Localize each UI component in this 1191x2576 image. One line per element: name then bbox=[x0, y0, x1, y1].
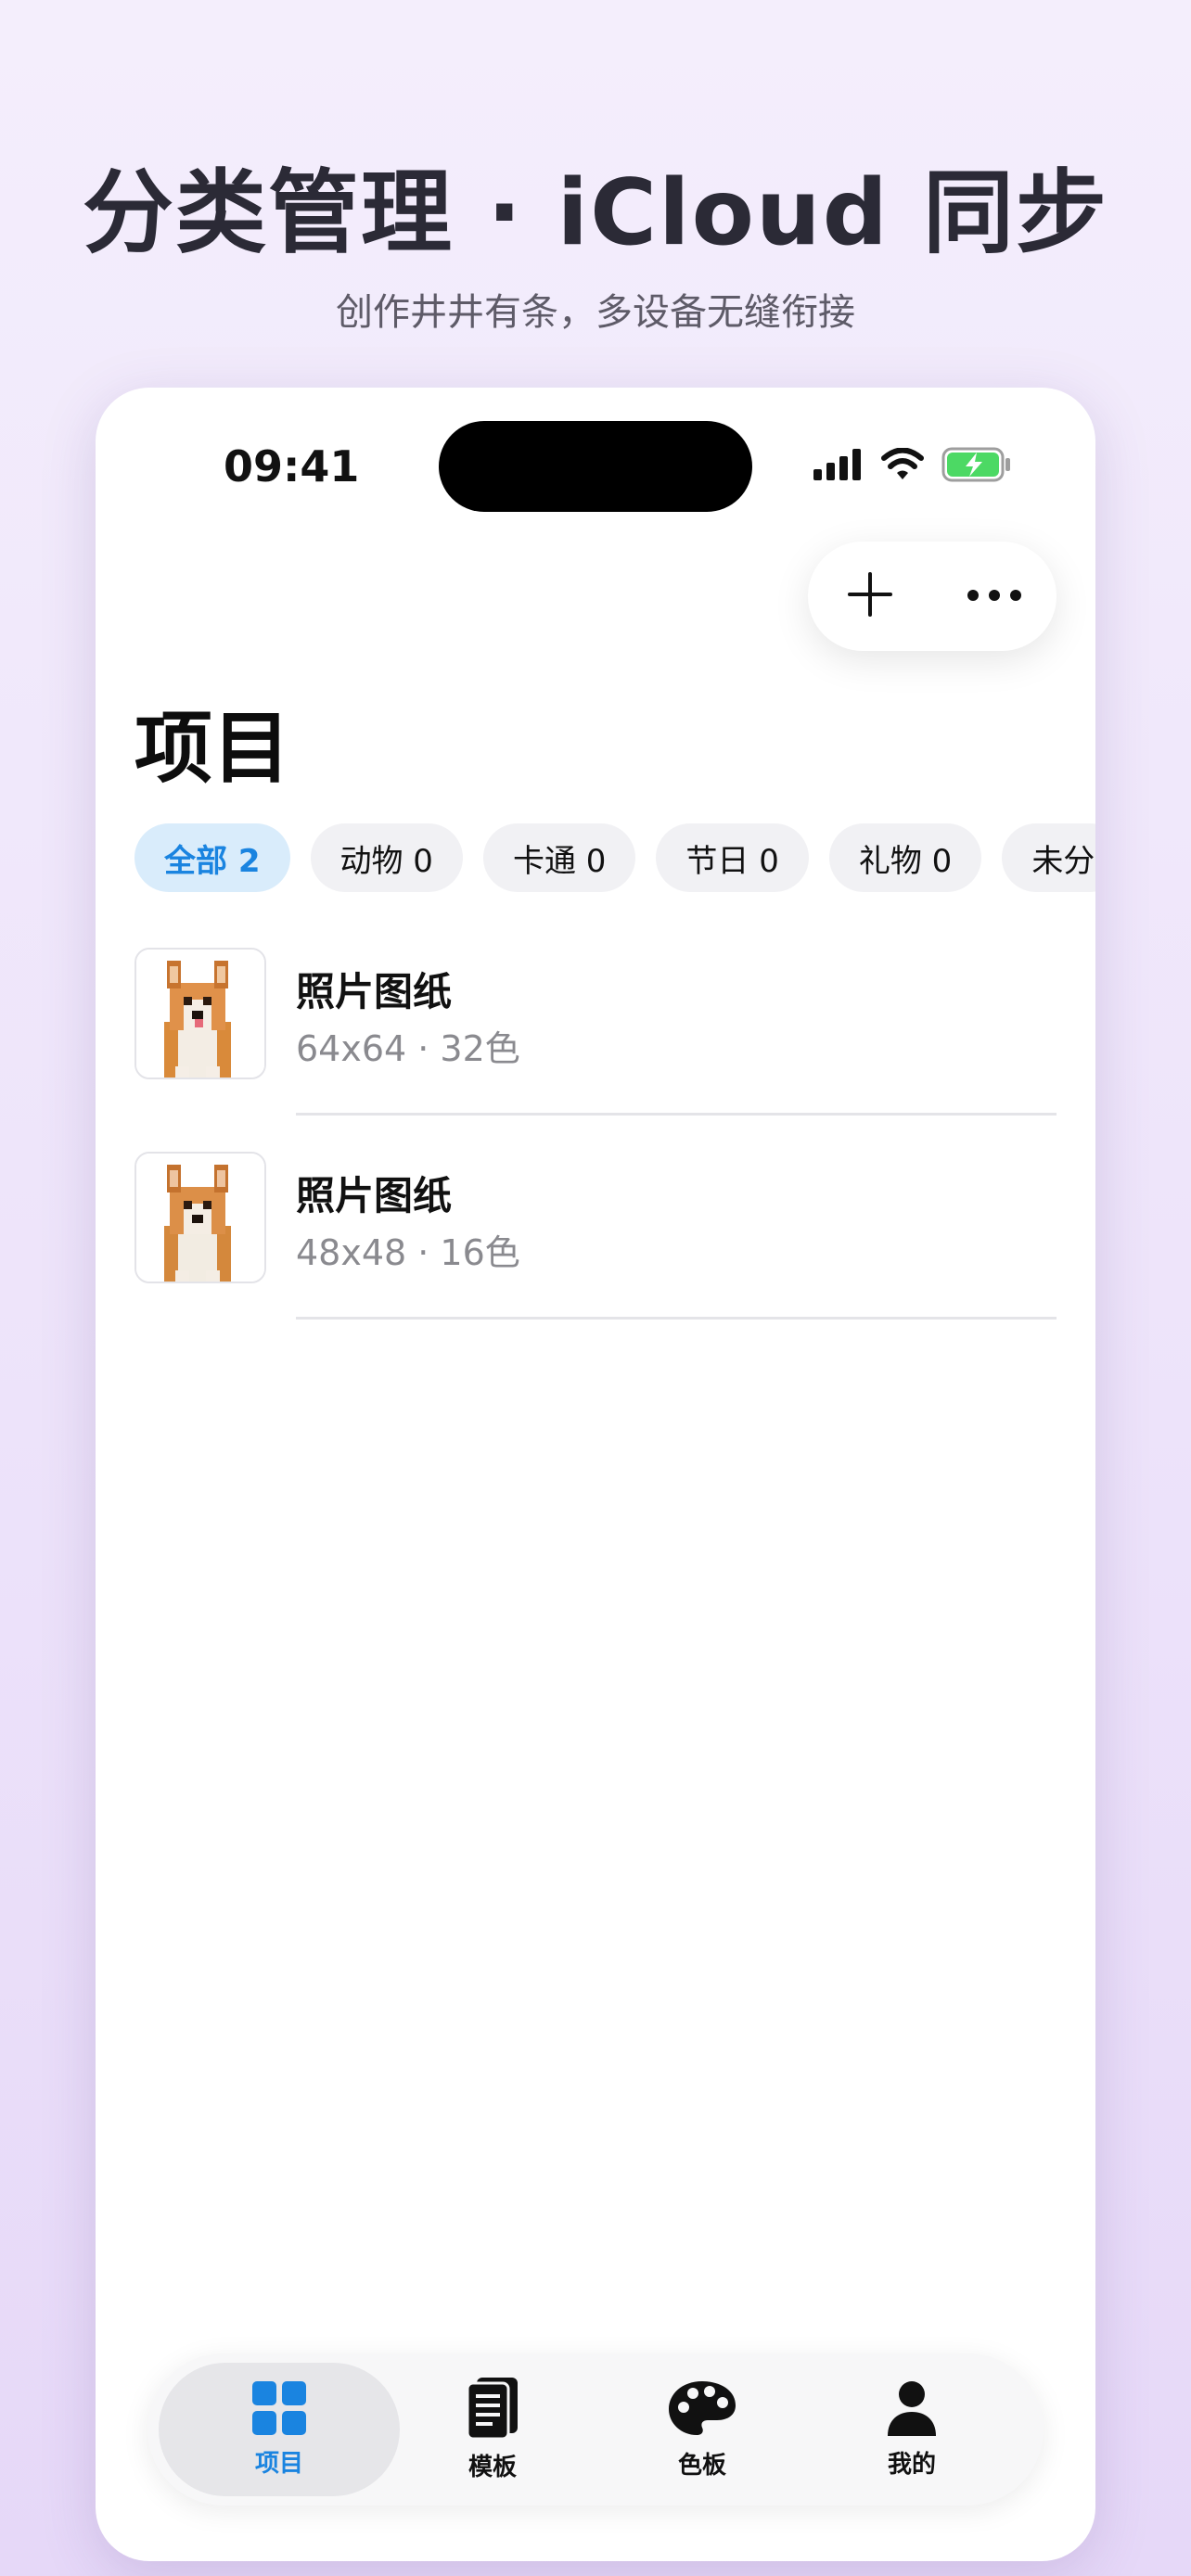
ellipsis-icon bbox=[967, 588, 1022, 606]
tab-templates[interactable]: 模板 bbox=[372, 2363, 613, 2496]
project-thumbnail bbox=[134, 948, 266, 1079]
cellular-signal-icon bbox=[813, 449, 864, 484]
tab-label: 我的 bbox=[887, 2450, 936, 2479]
phone-screen: 09:41 项目 全部 2 动物 0 卡通 0 节日 0 礼物 0 未分 照片图… bbox=[96, 388, 1095, 2561]
project-title: 照片图纸 bbox=[296, 1173, 453, 1218]
list-item[interactable]: 照片图纸 48x48 · 16色 bbox=[134, 1152, 1057, 1356]
promo-subline: 创作井井有条，多设备无缝衔接 bbox=[336, 291, 855, 334]
toolbar-actions bbox=[808, 542, 1057, 651]
more-options-button[interactable] bbox=[948, 550, 1041, 643]
filter-chip-uncategorized[interactable]: 未分 bbox=[1002, 823, 1095, 892]
filter-chips: 全部 2 动物 0 卡通 0 节日 0 礼物 0 未分 bbox=[134, 823, 1095, 892]
grid-icon bbox=[252, 2380, 306, 2439]
add-project-button[interactable] bbox=[824, 550, 916, 643]
palette-icon bbox=[667, 2379, 737, 2441]
dynamic-island bbox=[439, 421, 752, 512]
person-icon bbox=[886, 2380, 938, 2440]
battery-charging-icon bbox=[941, 447, 1012, 486]
tab-palettes[interactable]: 色板 bbox=[582, 2363, 823, 2496]
tab-profile[interactable]: 我的 bbox=[791, 2363, 1032, 2496]
tab-label: 模板 bbox=[467, 2453, 517, 2481]
divider bbox=[296, 1317, 1057, 1320]
plus-icon bbox=[846, 570, 894, 622]
corgi-pixel-image bbox=[136, 950, 264, 1078]
tab-label: 色板 bbox=[677, 2451, 726, 2480]
promo-headline: 分类管理 · iCloud 同步 bbox=[83, 160, 1108, 266]
status-icons bbox=[813, 447, 1012, 486]
filter-chip-holiday[interactable]: 节日 0 bbox=[656, 823, 809, 892]
filter-chip-animals[interactable]: 动物 0 bbox=[310, 823, 463, 892]
document-icon bbox=[466, 2377, 519, 2442]
project-title: 照片图纸 bbox=[296, 969, 453, 1014]
page-title: 项目 bbox=[134, 703, 291, 794]
filter-chip-gift[interactable]: 礼物 0 bbox=[828, 823, 982, 892]
corgi-pixel-image bbox=[136, 1154, 264, 1282]
filter-chip-cartoon[interactable]: 卡通 0 bbox=[482, 823, 636, 892]
wifi-icon bbox=[880, 447, 925, 485]
filter-chip-all[interactable]: 全部 2 bbox=[134, 823, 290, 892]
tab-label: 项目 bbox=[254, 2449, 303, 2478]
project-list: 照片图纸 64x64 · 32色 照片图纸 48x48 · 16色 bbox=[134, 948, 1057, 1356]
list-item[interactable]: 照片图纸 64x64 · 32色 bbox=[134, 948, 1057, 1152]
tab-projects[interactable]: 项目 bbox=[159, 2363, 400, 2496]
project-meta: 48x48 · 16色 bbox=[296, 1232, 520, 1273]
project-thumbnail bbox=[134, 1152, 266, 1283]
divider bbox=[296, 1113, 1057, 1116]
project-meta: 64x64 · 32色 bbox=[296, 1028, 520, 1069]
status-time: 09:41 bbox=[224, 441, 360, 491]
tab-bar: 项目 模板 色板 我的 bbox=[147, 2353, 1044, 2506]
